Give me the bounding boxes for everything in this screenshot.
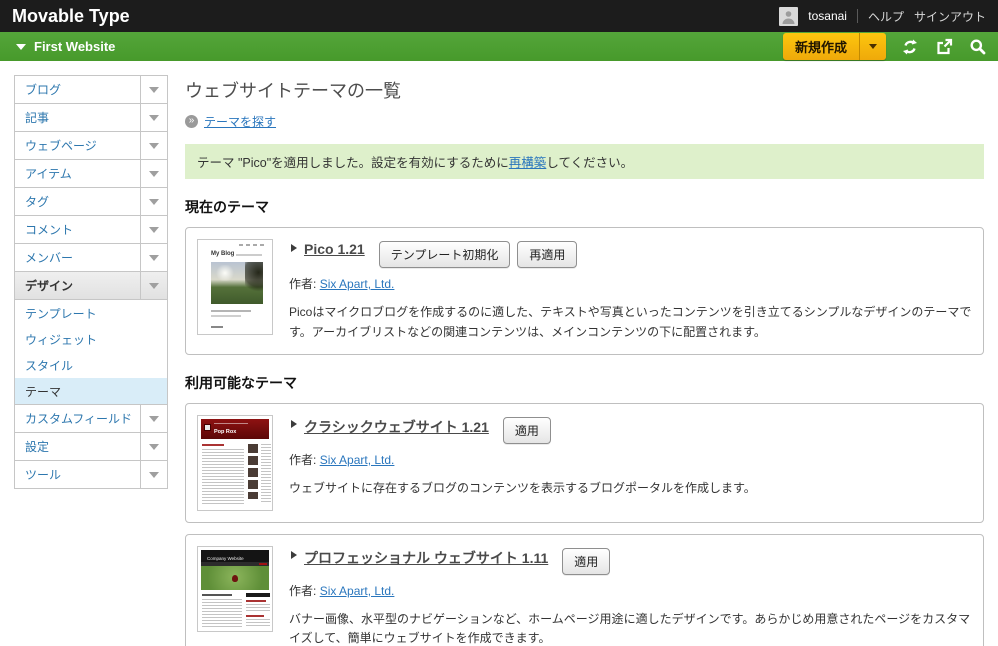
thumb-title: My Blog — [211, 251, 234, 257]
main-panel: ウェブサイトテーマの一覧 » テーマを探す テーマ "Pico"を適用しました。… — [185, 61, 984, 646]
expand-arrow[interactable] — [140, 405, 167, 432]
chevron-down-icon — [149, 283, 159, 289]
expand-arrow[interactable] — [140, 188, 167, 215]
page-title: ウェブサイトテーマの一覧 — [185, 77, 984, 103]
chevron-down-icon — [149, 255, 159, 261]
theme-title-link[interactable]: クラシックウェブサイト 1.21 — [304, 417, 489, 437]
disclosure-triangle-icon — [291, 244, 297, 252]
sidebar-item-styles[interactable]: スタイル — [15, 352, 167, 378]
expand-arrow[interactable] — [140, 461, 167, 488]
user-avatar[interactable] — [779, 7, 798, 26]
theme-description: ウェブサイトに存在するブログのコンテンツを表示するブログポータルを作成します。 — [289, 479, 972, 499]
apply-button[interactable]: 適用 — [503, 417, 551, 444]
theme-thumbnail-pico: My Blog — [197, 239, 273, 335]
sidebar-item-templates[interactable]: テンプレート — [15, 300, 167, 326]
rebuild-icon[interactable] — [900, 37, 920, 57]
apply-button[interactable]: 適用 — [562, 548, 610, 575]
design-submenu: テンプレート ウィジェット スタイル テーマ — [14, 299, 168, 405]
chevron-down-icon — [149, 171, 159, 177]
author-label: 作者: — [289, 277, 316, 291]
create-new-label: 新規作成 — [783, 33, 859, 60]
sidebar-item-tools[interactable]: ツール — [14, 460, 168, 489]
sidebar-item-themes[interactable]: テーマ — [15, 378, 167, 404]
current-theme-heading: 現在のテーマ — [185, 197, 984, 217]
app-logo: Movable Type — [12, 6, 130, 27]
sidebar-item-custom-fields[interactable]: カスタムフィールド — [14, 404, 168, 433]
expand-arrow[interactable] — [140, 433, 167, 460]
chevron-down-icon — [149, 87, 159, 93]
author-label: 作者: — [289, 453, 316, 467]
sidebar-item-settings[interactable]: 設定 — [14, 432, 168, 461]
theme-title-link[interactable]: プロフェッショナル ウェブサイト 1.11 — [304, 548, 548, 568]
chevron-down-icon — [149, 143, 159, 149]
sidebar-item-pages[interactable]: ウェブページ — [14, 131, 168, 160]
double-chevron-icon: » — [185, 115, 198, 128]
theme-thumbnail-professional: Company Website — [197, 546, 273, 632]
sidebar-menu: ブログ 記事 ウェブページ アイテム タグ コメント メンバー デザイン — [14, 75, 168, 489]
thumb-title: Company Website — [207, 556, 244, 561]
username[interactable]: tosanai — [808, 9, 847, 23]
sidebar-item-blog[interactable]: ブログ — [14, 75, 168, 104]
create-new-button[interactable]: 新規作成 — [783, 33, 886, 60]
sidebar-item-tags[interactable]: タグ — [14, 187, 168, 216]
author-link[interactable]: Six Apart, Ltd. — [320, 584, 395, 598]
view-site-icon[interactable] — [934, 37, 954, 57]
person-icon — [781, 9, 796, 24]
theme-card-pico: My Blog Pico 1.21 テンプレート初期化 再適用 作者: — [185, 227, 984, 355]
notice-text-after: してください。 — [546, 156, 633, 170]
author-link[interactable]: Six Apart, Ltd. — [320, 277, 395, 291]
author-link[interactable]: Six Apart, Ltd. — [320, 453, 395, 467]
expand-arrow[interactable] — [140, 132, 167, 159]
create-new-dropdown[interactable] — [859, 33, 886, 60]
signout-link[interactable]: サインアウト — [914, 8, 986, 25]
thumb-title: Pop Rox — [214, 429, 236, 435]
chevron-down-icon — [149, 416, 159, 422]
site-name[interactable]: First Website — [34, 39, 115, 54]
chevron-down-icon — [149, 199, 159, 205]
rebuild-link[interactable]: 再構築 — [509, 156, 547, 170]
chevron-down-icon — [149, 227, 159, 233]
sidebar-item-comments[interactable]: コメント — [14, 215, 168, 244]
author-label: 作者: — [289, 584, 316, 598]
chevron-down-icon — [869, 44, 877, 49]
theme-title-link[interactable]: Pico 1.21 — [304, 241, 365, 257]
chevron-down-icon[interactable] — [16, 44, 26, 50]
reset-templates-button[interactable]: テンプレート初期化 — [379, 241, 511, 268]
disclosure-triangle-icon — [291, 420, 297, 428]
theme-card-classic: Pop Rox クラシックウェブサイト 1.21 適用 作者: Six Apa — [185, 403, 984, 523]
sidebar-item-entries[interactable]: 記事 — [14, 103, 168, 132]
sidebar-item-members[interactable]: メンバー — [14, 243, 168, 272]
expand-arrow[interactable] — [140, 104, 167, 131]
site-bar: First Website 新規作成 — [0, 32, 998, 61]
theme-card-professional: Company Website プロフェッショナル ウェブサイト 1.11 適用 — [185, 534, 984, 646]
divider — [857, 9, 858, 23]
theme-description: Picoはマイクロブログを作成するのに適した、テキストや写真といったコンテンツを… — [289, 303, 972, 343]
expand-arrow[interactable] — [140, 160, 167, 187]
chevron-down-icon — [149, 444, 159, 450]
sidebar-item-assets[interactable]: アイテム — [14, 159, 168, 188]
chevron-down-icon — [149, 115, 159, 121]
theme-description: バナー画像、水平型のナビゲーションなど、ホームページ用途に適したデザインです。あ… — [289, 610, 972, 646]
disclosure-triangle-icon — [291, 551, 297, 559]
sidebar-item-widgets[interactable]: ウィジェット — [15, 326, 167, 352]
chevron-down-icon — [149, 472, 159, 478]
available-themes-heading: 利用可能なテーマ — [185, 373, 984, 393]
expand-arrow[interactable] — [140, 76, 167, 103]
notice-text: テーマ "Pico"を適用しました。設定を有効にするために — [197, 156, 509, 170]
theme-thumbnail-classic: Pop Rox — [197, 415, 273, 511]
find-themes-link[interactable]: テーマを探す — [204, 113, 276, 130]
expand-arrow[interactable] — [140, 272, 167, 299]
help-link[interactable]: ヘルプ — [868, 8, 904, 25]
search-icon[interactable] — [968, 37, 988, 57]
top-bar: Movable Type tosanai ヘルプ サインアウト — [0, 0, 998, 32]
expand-arrow[interactable] — [140, 216, 167, 243]
success-notice: テーマ "Pico"を適用しました。設定を有効にするために再構築してください。 — [185, 144, 984, 179]
sidebar-item-design[interactable]: デザイン — [14, 271, 168, 300]
reapply-button[interactable]: 再適用 — [517, 241, 577, 268]
expand-arrow[interactable] — [140, 244, 167, 271]
